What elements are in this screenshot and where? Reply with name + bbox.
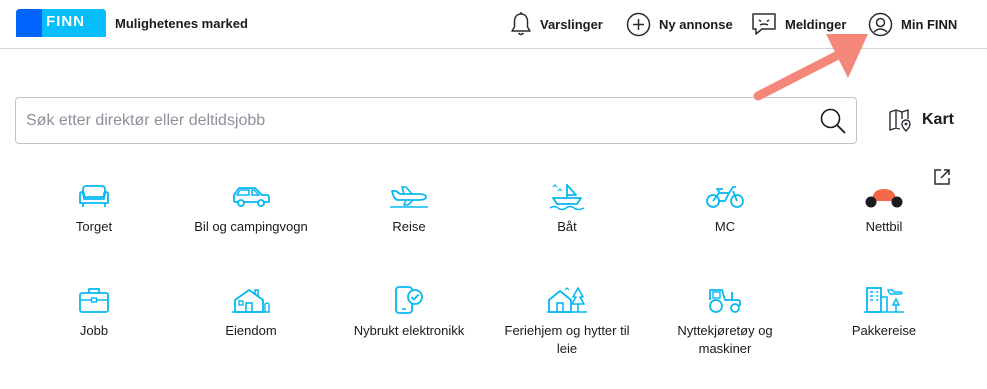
map-label: Kart [922,111,955,128]
user-icon [868,12,893,36]
notifications-label: Varslinger [540,16,603,32]
category-label: Eiendom [225,323,277,338]
category-reise[interactable]: Reise [324,179,494,236]
category-label: Feriehjem og hytter til leie [504,323,630,356]
airplane-icon [390,186,428,208]
category-mc[interactable]: MC [640,179,810,236]
category-pakkereise[interactable]: Pakkereise [799,283,969,340]
category-bil[interactable]: Bil og campingvogn [166,179,336,236]
messages-button[interactable]: Meldinger [751,9,846,39]
new-ad-button[interactable]: Ny annonse [626,9,733,39]
search-button[interactable] [818,106,848,136]
house-icon [232,289,270,313]
map-icon [889,109,911,132]
search-box [15,97,857,144]
tractor-icon [709,289,741,313]
category-torget[interactable]: Torget [9,179,179,236]
nettbil-icon [865,189,903,208]
category-label: Nettbil [865,219,903,234]
map-link[interactable]: Kart [888,106,954,134]
bell-icon [511,12,531,36]
car-icon [233,187,270,207]
phone-check-icon [395,286,423,314]
category-label: Bil og campingvogn [194,219,308,234]
category-label: Reise [392,219,426,234]
message-icon [752,13,776,35]
category-label: Pakkereise [851,323,917,338]
category-jobb[interactable]: Jobb [9,283,179,340]
category-label: Båt [557,219,577,234]
plus-circle-icon [626,12,651,36]
logo-text: FINN [46,13,85,30]
category-elektronikk[interactable]: Nybrukt elektronikk [324,283,494,340]
search-icon [820,108,846,134]
package-trip-icon [864,287,904,313]
motorcycle-icon [706,186,744,208]
finn-logo[interactable]: FINN [16,9,106,37]
category-label: MC [714,219,736,234]
cabin-icon [547,287,587,313]
category-label: Jobb [79,323,109,338]
briefcase-icon [79,288,109,313]
top-header: FINN Mulighetenes marked Varslinger Ny a… [0,0,987,49]
messages-label: Meldinger [785,16,847,32]
category-feriehjem[interactable]: Feriehjem og hytter til leie [482,283,652,358]
category-label: Nybrukt elektronikk [353,323,465,338]
notifications-button[interactable]: Varslinger [510,9,603,39]
category-eiendom[interactable]: Eiendom [166,283,336,340]
new-ad-label: Ny annonse [659,16,733,32]
category-label: Nyttekjøretøy og maskiner [677,323,773,356]
category-baat[interactable]: Båt [482,179,652,236]
site-tagline: Mulighetenes marked [115,16,248,31]
category-nyttekjoretoy[interactable]: Nyttekjøretøy og maskiner [640,283,810,358]
sofa-icon [79,185,109,207]
boat-icon [549,184,585,211]
search-input[interactable] [16,98,806,143]
category-nettbil[interactable]: Nettbil [799,179,969,236]
my-finn-button[interactable]: Min FINN [868,9,957,39]
my-finn-label: Min FINN [901,16,958,32]
category-label: Torget [75,219,113,234]
